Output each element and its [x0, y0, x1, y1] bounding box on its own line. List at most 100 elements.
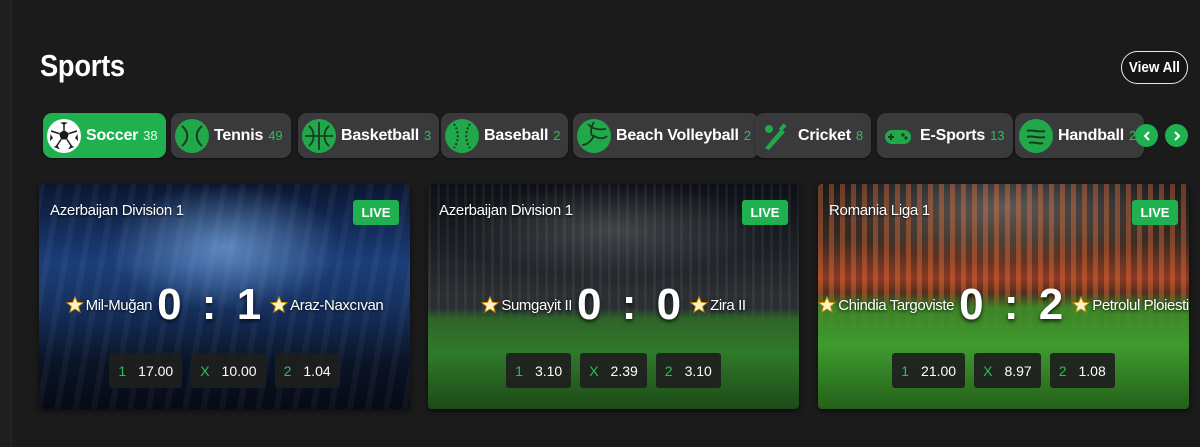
home-team: Chindia Targoviste [818, 296, 955, 314]
sport-label: Soccer [86, 126, 139, 144]
sport-count: 2 [743, 128, 752, 143]
odds-key: 2 [283, 362, 292, 379]
star-icon[interactable] [270, 296, 289, 314]
odds-value: 8.97 [1004, 362, 1032, 379]
live-badge: LIVE [1132, 200, 1178, 225]
odds-away-button[interactable]: 2 1.08 [1049, 353, 1115, 388]
odds-home-button[interactable]: 1 3.10 [506, 353, 572, 388]
score: 0 : 0 [577, 280, 685, 330]
star-icon[interactable] [481, 296, 500, 314]
odds-home-button[interactable]: 1 21.00 [892, 353, 966, 388]
score-separator: : [621, 280, 641, 329]
odds-draw-button[interactable]: X 8.97 [974, 353, 1041, 388]
home-team-name: Chindia Targoviste [838, 296, 955, 314]
sport-label: E-Sports [920, 126, 986, 144]
gamepad-icon [881, 119, 915, 153]
odds-value: 17.00 [138, 362, 174, 379]
tennis-ball-icon [175, 118, 209, 153]
sport-tab-beach-volleyball[interactable]: Beach Volleyball 2 [573, 113, 760, 158]
score-home: 0 [959, 280, 988, 329]
score: 0 : 2 [959, 280, 1067, 330]
score-home: 0 [577, 280, 606, 329]
soccer-ball-icon [47, 118, 81, 153]
sport-count: 3 [424, 128, 432, 143]
baseball-icon [445, 118, 479, 153]
away-team: Zira II [690, 296, 746, 314]
match-card[interactable]: Romania Liga 1 LIVE Chindia Targoviste 0… [818, 184, 1189, 409]
sport-tab-basketball[interactable]: Basketball 3 [298, 113, 440, 158]
cricket-icon [759, 119, 793, 153]
away-team: Araz-Naxcıvan [270, 296, 384, 314]
odds-value: 10.00 [221, 362, 257, 379]
star-icon[interactable] [65, 296, 84, 314]
view-all-button[interactable]: View All [1121, 51, 1188, 84]
odds-key: X [983, 362, 993, 379]
star-icon[interactable] [1072, 296, 1091, 314]
star-icon[interactable] [690, 296, 709, 314]
sport-count: 38 [143, 128, 158, 143]
odds-value: 2.39 [610, 362, 638, 379]
league-name: Azerbaijan Division 1 [439, 202, 573, 219]
home-team: Mil-Muğan [65, 296, 153, 314]
odds-home-button[interactable]: 1 17.00 [109, 353, 183, 388]
sport-label: Basketball [341, 126, 420, 144]
sport-label: Cricket [798, 126, 851, 144]
score: 0 : 1 [157, 280, 265, 330]
sport-label: Baseball [484, 126, 549, 144]
sport-tab-soccer[interactable]: Soccer 38 [43, 113, 166, 158]
away-team-name: Petrolul Ploiesti [1092, 296, 1189, 314]
left-edge [0, 0, 12, 447]
sport-label: Handball [1058, 126, 1124, 144]
odds-away-button[interactable]: 2 3.10 [655, 353, 721, 388]
odds-draw-button[interactable]: X 10.00 [191, 353, 266, 388]
sport-tab-cricket[interactable]: Cricket 8 [755, 113, 872, 158]
sport-count: 8 [855, 128, 864, 143]
sport-count: 2 [553, 128, 561, 143]
volleyball-icon [577, 118, 611, 153]
home-team: Sumgayit II [481, 296, 572, 314]
match-card[interactable]: Azerbaijan Division 1 LIVE Sumgayit II 0… [428, 184, 799, 409]
odds-draw-button[interactable]: X 2.39 [580, 353, 647, 388]
basketball-icon [302, 118, 336, 153]
score-away: 2 [1038, 280, 1068, 329]
odds-key: 2 [664, 362, 673, 379]
score-home: 0 [157, 280, 186, 329]
sport-label: Tennis [214, 126, 264, 144]
chevron-right-icon [1173, 130, 1180, 141]
odds-key: 1 [901, 362, 910, 379]
scroll-left-button[interactable] [1135, 124, 1158, 147]
star-icon[interactable] [818, 296, 837, 314]
score-away: 0 [656, 280, 686, 329]
odds-key: X [200, 362, 210, 379]
home-team-name: Mil-Muğan [85, 296, 153, 314]
odds-value: 3.10 [534, 362, 563, 379]
away-team-name: Zira II [710, 296, 746, 314]
section-title: Sports [40, 48, 125, 83]
sport-tab-esports[interactable]: E-Sports 13 [877, 113, 1013, 158]
sport-count: 13 [990, 128, 1005, 143]
match-card[interactable]: Azerbaijan Division 1 LIVE Mil-Muğan 0 :… [39, 184, 410, 409]
odds-away-button[interactable]: 2 1.04 [274, 353, 340, 388]
sport-count: 49 [268, 128, 283, 143]
odds-key: 1 [515, 362, 523, 379]
score-separator: : [1003, 280, 1023, 329]
away-team-name: Araz-Naxcıvan [290, 296, 384, 314]
league-name: Azerbaijan Division 1 [50, 202, 184, 219]
live-badge: LIVE [353, 200, 399, 225]
score-separator: : [201, 280, 221, 329]
sport-tab-baseball[interactable]: Baseball 2 [441, 113, 569, 158]
scroll-right-button[interactable] [1165, 124, 1188, 147]
view-all-label: View All [1128, 59, 1181, 76]
league-name: Romania Liga 1 [829, 202, 930, 219]
score-away: 1 [236, 280, 266, 329]
handball-icon [1019, 118, 1053, 153]
live-badge: LIVE [742, 200, 788, 225]
sport-tab-tennis[interactable]: Tennis 49 [171, 113, 291, 158]
home-team-name: Sumgayit II [501, 296, 572, 314]
away-team: Petrolul Ploiesti [1072, 296, 1189, 314]
odds-value: 3.10 [684, 362, 712, 379]
odds-value: 1.08 [1078, 362, 1106, 379]
odds-value: 1.04 [303, 362, 331, 379]
sport-label: Beach Volleyball [616, 126, 739, 144]
sport-tab-handball[interactable]: Handball 2 [1015, 113, 1145, 158]
